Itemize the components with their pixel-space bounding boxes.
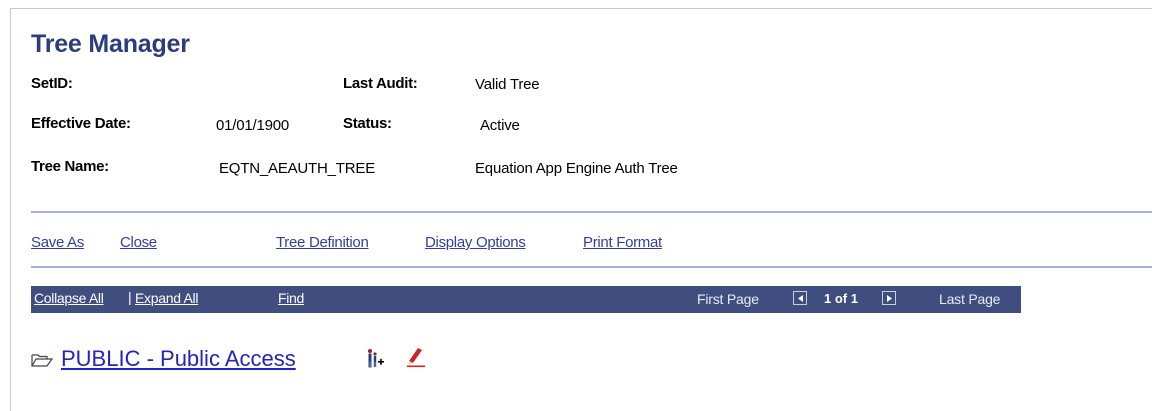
frame-top-border — [10, 8, 1152, 9]
folder-open-icon — [31, 353, 54, 372]
last-page-label: Last Page — [939, 291, 1001, 307]
find-link[interactable]: Find — [278, 290, 304, 306]
print-format-link[interactable]: Print Format — [583, 234, 662, 251]
first-page-label: First Page — [697, 291, 759, 307]
expand-all-link[interactable]: Expand All — [135, 290, 198, 306]
tree-name-label: Tree Name: — [31, 158, 109, 175]
prev-page-icon[interactable] — [793, 291, 807, 305]
tree-navigation-bar: Collapse All | Expand All Find First Pag… — [31, 286, 1021, 313]
tree-definition-link[interactable]: Tree Definition — [276, 234, 369, 251]
tree-name-value: EQTN_AEAUTH_TREE — [219, 160, 375, 177]
divider-top — [31, 211, 1152, 213]
last-audit-value: Valid Tree — [475, 76, 540, 93]
status-value: Active — [480, 117, 520, 134]
tree-description: Equation App Engine Auth Tree — [475, 160, 678, 177]
save-as-link[interactable]: Save As — [31, 234, 84, 251]
tree-root-node-link[interactable]: PUBLIC - Public Access — [61, 346, 296, 372]
page-title: Tree Manager — [31, 30, 190, 58]
edit-pencil-icon[interactable] — [405, 346, 427, 373]
collapse-all-link[interactable]: Collapse All — [34, 290, 104, 306]
last-audit-label: Last Audit: — [343, 75, 418, 92]
status-label: Status: — [343, 115, 392, 132]
navbar-separator: | — [128, 289, 132, 305]
close-link[interactable]: Close — [120, 234, 157, 251]
effective-date-label: Effective Date: — [31, 115, 131, 132]
next-page-icon[interactable] — [882, 291, 896, 305]
divider-bottom — [31, 266, 1152, 268]
effective-date-value: 01/01/1900 — [216, 117, 290, 134]
frame-left-border — [10, 8, 11, 411]
setid-label: SetID: — [31, 75, 73, 92]
insert-child-icon[interactable] — [365, 348, 385, 375]
display-options-link[interactable]: Display Options — [425, 234, 526, 251]
page-indicator: 1 of 1 — [824, 291, 858, 306]
